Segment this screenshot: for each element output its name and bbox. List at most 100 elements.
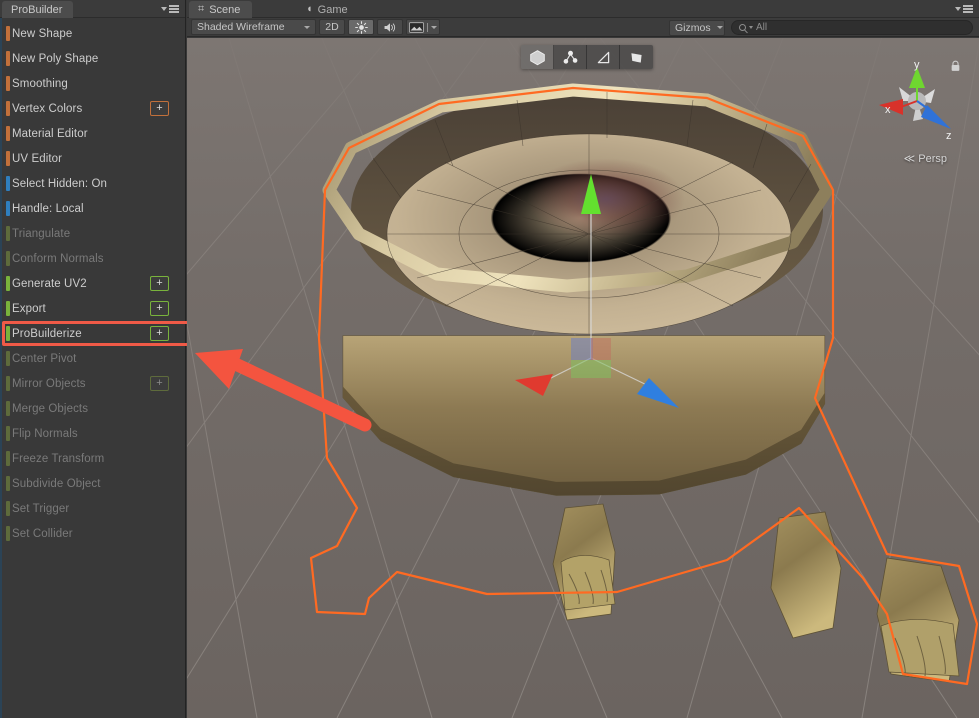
- yz-plane-handle[interactable]: [591, 338, 611, 360]
- probuilder-action-freeze-transform[interactable]: Freeze Transform: [0, 446, 185, 471]
- probuilder-action-handle-local[interactable]: Handle: Local: [0, 196, 185, 221]
- probuilder-action-merge-objects[interactable]: Merge Objects: [0, 396, 185, 421]
- action-accent-bar: [6, 251, 10, 266]
- probuilder-action-mirror-objects[interactable]: Mirror Objects +: [0, 371, 185, 396]
- action-label: Freeze Transform: [12, 453, 104, 465]
- axis-x-label: x: [885, 104, 891, 116]
- sun-icon: [355, 21, 368, 34]
- probuilder-action-probuilderize[interactable]: ProBuilderize+: [0, 321, 185, 346]
- axis-y-label: y: [914, 59, 920, 71]
- edge-icon: [595, 49, 612, 66]
- tab-scene-label: Scene: [209, 4, 240, 16]
- gizmos-dropdown[interactable]: Gizmos: [669, 20, 725, 36]
- action-label: Material Editor: [12, 128, 88, 140]
- tab-probuilder[interactable]: ProBuilder: [2, 1, 73, 18]
- tab-probuilder-label: ProBuilder: [11, 4, 62, 16]
- action-accent-bar: [6, 301, 10, 316]
- chevron-down-icon: [717, 26, 723, 29]
- action-options-plus-button[interactable]: +: [150, 101, 169, 116]
- probuilder-action-set-trigger[interactable]: Set Trigger: [0, 496, 185, 521]
- action-label: Set Collider: [12, 528, 73, 540]
- probuilder-action-center-pivot[interactable]: Center Pivot: [0, 346, 185, 371]
- object-mode-button[interactable]: [521, 45, 554, 69]
- action-options-plus-button[interactable]: +: [150, 326, 169, 341]
- toggle-lighting-button[interactable]: [348, 19, 374, 35]
- edge-mode-button[interactable]: [587, 45, 620, 69]
- action-accent-bar: [6, 476, 10, 491]
- probuilder-action-conform-normals[interactable]: Conform Normals: [0, 246, 185, 271]
- action-accent-bar: [6, 326, 10, 341]
- action-accent-bar: [6, 126, 10, 141]
- toggle-audio-button[interactable]: [377, 19, 403, 35]
- probuilder-action-export[interactable]: Export +: [0, 296, 185, 321]
- action-label: Merge Objects: [12, 403, 88, 415]
- action-label: Set Trigger: [12, 503, 69, 515]
- action-options-plus-button[interactable]: +: [150, 301, 169, 316]
- speaker-icon: [383, 21, 397, 34]
- probuilder-action-smoothing[interactable]: Smoothing: [0, 71, 185, 96]
- hamburger-icon: [169, 5, 179, 13]
- scene-search-text: All: [756, 22, 767, 33]
- tab-game[interactable]: ◖ Game: [297, 1, 360, 18]
- action-label: Vertex Colors: [12, 103, 82, 115]
- action-label: New Shape: [12, 28, 72, 40]
- action-accent-bar: [6, 501, 10, 516]
- probuilder-action-material-editor[interactable]: Material Editor: [0, 121, 185, 146]
- vertex-mode-button[interactable]: [554, 45, 587, 69]
- gizmos-label: Gizmos: [675, 22, 711, 34]
- probuilder-action-list: New Shape New Poly Shape Smoothing Vertex C…: [0, 18, 185, 546]
- action-accent-bar: [6, 401, 10, 416]
- scene-orientation-gizmo[interactable]: x y z ≪ Persp: [869, 55, 965, 165]
- action-accent-bar: [6, 451, 10, 466]
- action-label: Export: [12, 303, 46, 315]
- probuilder-action-new-poly-shape[interactable]: New Poly Shape: [0, 46, 185, 71]
- action-label: Center Pivot: [12, 353, 76, 365]
- face-mode-button[interactable]: [620, 45, 653, 69]
- action-accent-bar: [6, 276, 10, 291]
- action-label: Smoothing: [12, 78, 68, 90]
- xy-plane-handle[interactable]: [571, 338, 593, 360]
- action-options-plus-button[interactable]: +: [150, 276, 169, 291]
- action-label: Triangulate: [12, 228, 70, 240]
- scene-search-field[interactable]: All: [731, 20, 973, 35]
- draw-mode-label: Shaded Wireframe: [197, 21, 285, 33]
- lock-icon[interactable]: [950, 60, 961, 72]
- probuilder-options-icon[interactable]: [161, 4, 179, 14]
- action-label: New Poly Shape: [12, 53, 98, 65]
- probuilder-tabbar: ProBuilder: [0, 0, 185, 18]
- probuilder-action-set-collider[interactable]: Set Collider: [0, 521, 185, 546]
- probuilder-edit-mode-toolbar: [521, 45, 653, 69]
- scene-options-icon[interactable]: [955, 4, 973, 14]
- probuilder-action-generate-uv2[interactable]: Generate UV2 +: [0, 271, 185, 296]
- probuilder-action-new-shape[interactable]: New Shape: [0, 21, 185, 46]
- chevron-down-icon: [431, 26, 437, 29]
- tab-game-label: Game: [318, 4, 348, 16]
- projection-label: ≪ Persp: [904, 152, 947, 165]
- projection-prefix: ≪: [904, 153, 916, 165]
- chevron-down-icon: [749, 26, 753, 29]
- action-label: Handle: Local: [12, 203, 84, 215]
- action-label: Mirror Objects: [12, 378, 86, 390]
- probuilder-action-vertex-colors[interactable]: Vertex Colors +: [0, 96, 185, 121]
- action-accent-bar: [6, 76, 10, 91]
- action-accent-bar: [6, 351, 10, 366]
- scene-viewport[interactable]: x y z ≪ Persp: [187, 38, 979, 718]
- action-label: Generate UV2: [12, 278, 87, 290]
- toggle-2d-button[interactable]: 2D: [319, 19, 345, 35]
- action-accent-bar: [6, 176, 10, 191]
- probuilder-action-flip-normals[interactable]: Flip Normals: [0, 421, 185, 446]
- image-effects-button[interactable]: [406, 19, 440, 35]
- action-label: UV Editor: [12, 153, 62, 165]
- chevron-down-icon: [161, 7, 167, 11]
- scene-view-panel: ⌗ Scene ◖ Game Shaded Wireframe 2D: [187, 0, 979, 718]
- probuilder-action-subdivide-object[interactable]: Subdivide Object: [0, 471, 185, 496]
- chevron-down-icon: [304, 26, 310, 29]
- draw-mode-dropdown[interactable]: Shaded Wireframe: [191, 19, 316, 35]
- tab-scene[interactable]: ⌗ Scene: [189, 1, 252, 18]
- probuilder-action-uv-editor[interactable]: UV Editor: [0, 146, 185, 171]
- xz-plane-handle[interactable]: [571, 360, 611, 378]
- action-options-plus-button[interactable]: +: [150, 376, 169, 391]
- probuilder-action-triangulate[interactable]: Triangulate: [0, 221, 185, 246]
- probuilder-action-select-hidden-on[interactable]: Select Hidden: On: [0, 171, 185, 196]
- action-label: Flip Normals: [12, 428, 78, 440]
